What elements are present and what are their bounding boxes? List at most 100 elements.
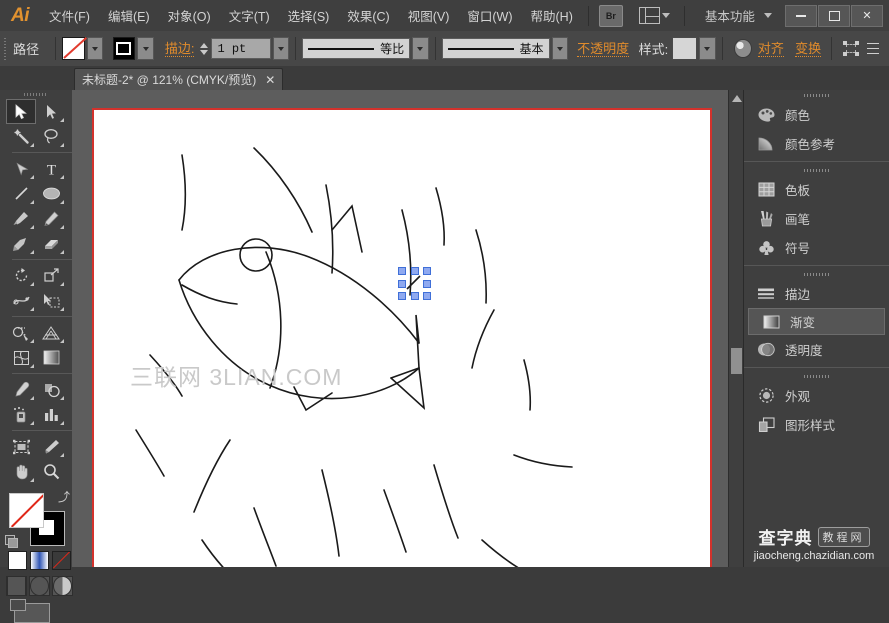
type-tool[interactable]: T: [36, 156, 66, 181]
hand-tool[interactable]: [6, 459, 36, 484]
stroke-swatch-dropdown[interactable]: [137, 37, 154, 60]
opacity-label[interactable]: 不透明度: [577, 41, 629, 57]
stroke-weight-stepper[interactable]: [198, 42, 210, 56]
maximize-button[interactable]: [818, 5, 850, 27]
perspective-grid-tool[interactable]: [36, 320, 66, 345]
menu-window[interactable]: 窗口(W): [458, 0, 521, 31]
stroke-weight-dropdown[interactable]: [273, 37, 290, 60]
full-screen-mode-button[interactable]: [52, 576, 73, 596]
gradient-tool[interactable]: [36, 345, 66, 370]
canvas-vertical-scrollbar[interactable]: [728, 90, 744, 567]
panel-gradient[interactable]: 渐变: [748, 308, 885, 335]
eyedropper-tool[interactable]: [6, 377, 36, 402]
artboard-tool[interactable]: [6, 434, 36, 459]
envelope-distort-icon[interactable]: [843, 41, 859, 56]
gradient-button[interactable]: [30, 551, 49, 570]
stroke-profile-dropdown[interactable]: [412, 37, 429, 60]
menu-help[interactable]: 帮助(H): [522, 0, 582, 31]
selection-handle-se[interactable]: [423, 292, 431, 300]
panel-transparency[interactable]: 透明度: [744, 335, 889, 364]
brush-definition-combo[interactable]: 基本: [442, 38, 550, 59]
selection-handle-ne[interactable]: [423, 267, 431, 275]
dock-group-grip-4[interactable]: [744, 371, 889, 381]
document-tab-close-icon[interactable]: ✕: [265, 74, 275, 86]
selected-object-bounding-box[interactable]: [401, 270, 426, 295]
selection-handle-n[interactable]: [411, 267, 419, 275]
graphic-style-swatch[interactable]: [672, 37, 697, 60]
panel-symbols[interactable]: 符号: [744, 233, 889, 262]
slice-tool[interactable]: [36, 434, 66, 459]
workspace-label[interactable]: 基本功能: [705, 6, 755, 25]
stroke-weight-label[interactable]: 描边:: [165, 41, 195, 57]
menu-effect[interactable]: 效果(C): [338, 0, 398, 31]
document-canvas-area[interactable]: 三联网 3LIAN.COM: [72, 90, 744, 567]
selection-tool[interactable]: [6, 99, 36, 124]
dock-group-grip-2[interactable]: [744, 165, 889, 175]
selection-handle-e[interactable]: [423, 280, 431, 288]
normal-screen-mode-button[interactable]: [6, 576, 27, 596]
scroll-up-arrow-icon[interactable]: [732, 95, 742, 102]
column-graph-tool[interactable]: [36, 402, 66, 427]
pencil-tool[interactable]: [36, 206, 66, 231]
default-fill-stroke-icon[interactable]: [5, 535, 17, 547]
menu-file[interactable]: 文件(F): [40, 0, 99, 31]
stroke-profile-combo[interactable]: 等比: [302, 38, 410, 59]
stroke-weight-input[interactable]: 1 pt: [211, 38, 270, 59]
selection-handle-s[interactable]: [411, 292, 419, 300]
align-label[interactable]: 对齐: [758, 41, 784, 57]
minimize-button[interactable]: [785, 5, 817, 27]
menu-object[interactable]: 对象(O): [159, 0, 220, 31]
workspace-chevron-icon[interactable]: [764, 13, 772, 18]
graphic-style-dropdown[interactable]: [699, 37, 716, 60]
fill-swatch-dropdown[interactable]: [87, 37, 104, 60]
paintbrush-tool[interactable]: [6, 206, 36, 231]
panel-color-guide[interactable]: 颜色参考: [744, 129, 889, 158]
fill-swatch-large[interactable]: [9, 493, 44, 528]
full-screen-menubar-button[interactable]: [29, 576, 50, 596]
dock-group-grip-1[interactable]: [744, 90, 889, 100]
swap-fill-stroke-icon[interactable]: ⤴: [58, 491, 70, 503]
menu-type[interactable]: 文字(T): [220, 0, 279, 31]
scale-tool[interactable]: [36, 263, 66, 288]
arrange-documents-button[interactable]: [639, 7, 670, 24]
panel-stroke[interactable]: 描边: [744, 279, 889, 308]
selection-handle-w[interactable]: [398, 280, 406, 288]
pen-tool[interactable]: [6, 156, 36, 181]
control-bar-grip[interactable]: [0, 31, 9, 66]
menu-edit[interactable]: 编辑(E): [99, 0, 159, 31]
dock-group-grip-3[interactable]: [744, 269, 889, 279]
eraser-tool[interactable]: [36, 231, 66, 256]
line-segment-tool[interactable]: [6, 181, 36, 206]
shape-builder-tool[interactable]: [6, 320, 36, 345]
panel-color[interactable]: 颜色: [744, 100, 889, 129]
selection-handle-sw[interactable]: [398, 292, 406, 300]
none-button[interactable]: [52, 551, 71, 570]
brush-definition-dropdown[interactable]: [552, 37, 569, 60]
fill-color-swatch[interactable]: [62, 37, 85, 60]
document-tab[interactable]: 未标题-2* @ 121% (CMYK/预览) ✕: [74, 68, 283, 90]
panel-graphic-styles[interactable]: 图形样式: [744, 410, 889, 439]
bridge-button[interactable]: Br: [599, 5, 623, 27]
close-button[interactable]: ✕: [851, 5, 883, 27]
scrollbar-thumb[interactable]: [731, 348, 742, 374]
free-transform-tool[interactable]: [36, 288, 66, 313]
mesh-tool[interactable]: [6, 345, 36, 370]
panel-brushes[interactable]: 画笔: [744, 204, 889, 233]
selection-handle-nw[interactable]: [398, 267, 406, 275]
panel-menu-icon[interactable]: [864, 43, 879, 55]
stroke-color-swatch[interactable]: [113, 37, 136, 60]
menu-view[interactable]: 视图(V): [399, 0, 459, 31]
panel-appearance[interactable]: 外观: [744, 381, 889, 410]
blend-tool[interactable]: [36, 377, 66, 402]
color-button[interactable]: [8, 551, 27, 570]
menu-select[interactable]: 选择(S): [279, 0, 339, 31]
rotate-tool[interactable]: [6, 263, 36, 288]
ellipse-tool[interactable]: [36, 181, 66, 206]
symbol-sprayer-tool[interactable]: [6, 402, 36, 427]
tools-panel-grip[interactable]: [0, 90, 72, 99]
lasso-tool[interactable]: [36, 124, 66, 149]
zoom-tool[interactable]: [36, 459, 66, 484]
recolor-artwork-icon[interactable]: [734, 39, 751, 58]
direct-selection-tool[interactable]: [36, 99, 66, 124]
width-tool[interactable]: [6, 288, 36, 313]
